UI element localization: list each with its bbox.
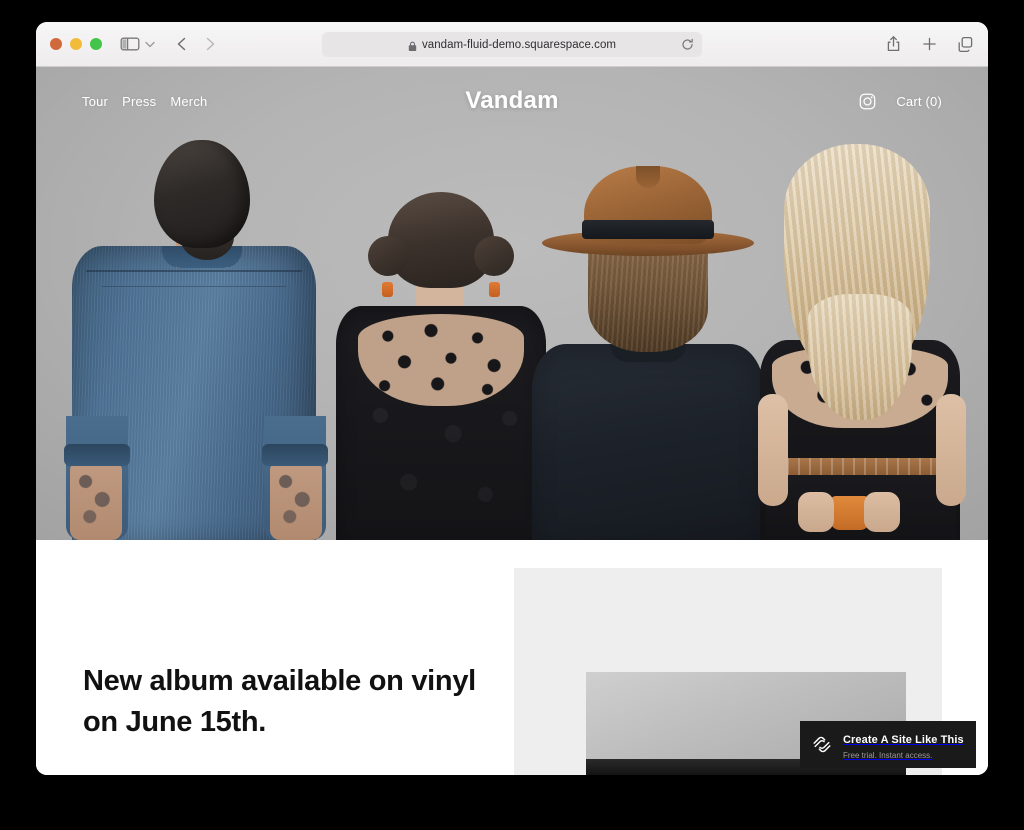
browser-toolbar: vandam-fluid-demo.squarespace.com (36, 22, 988, 67)
hero-section: Tour Press Merch Vandam Cart (0) (36, 67, 988, 540)
page-headline: New album available on vinyl on June 15t… (83, 665, 476, 739)
close-window-button[interactable] (50, 38, 62, 50)
browser-window: vandam-fluid-demo.squarespace.com Tour P… (36, 22, 988, 775)
site-header: Tour Press Merch Vandam Cart (0) (36, 67, 988, 135)
lock-icon (408, 39, 417, 51)
promo-title: Create A Site Like This (843, 733, 964, 746)
chevron-down-icon[interactable] (142, 36, 158, 52)
sidebar-icon[interactable] (120, 36, 140, 52)
cart-link[interactable]: Cart (0) (896, 94, 942, 109)
nav-item-press[interactable]: Press (122, 94, 156, 109)
window-controls (50, 38, 102, 50)
chevron-right-icon[interactable] (202, 35, 218, 53)
address-bar[interactable]: vandam-fluid-demo.squarespace.com (322, 32, 702, 57)
minimize-window-button[interactable] (70, 38, 82, 50)
reload-icon[interactable] (681, 38, 694, 51)
navigation-arrows (174, 35, 218, 53)
site-logo[interactable]: Vandam (465, 87, 558, 115)
maximize-window-button[interactable] (90, 38, 102, 50)
url-text: vandam-fluid-demo.squarespace.com (421, 38, 617, 51)
band-member-space-buns (336, 192, 546, 540)
tabs-icon[interactable] (957, 35, 974, 53)
squarespace-logo-icon (811, 734, 832, 755)
header-right-group: Cart (0) (859, 93, 942, 110)
band-member-fedora-hat (532, 158, 764, 540)
band-member-blonde-hair (752, 144, 968, 540)
chevron-left-icon[interactable] (174, 35, 190, 53)
toolbar-actions (885, 35, 974, 53)
site-navigation: Tour Press Merch (82, 94, 207, 109)
promo-text-group: Create A Site Like This Free trial. Inst… (843, 729, 964, 761)
band-photo (36, 67, 988, 540)
instagram-icon[interactable] (859, 93, 876, 110)
nav-item-merch[interactable]: Merch (170, 94, 207, 109)
band-member-denim-shirt (64, 140, 328, 540)
web-page: Tour Press Merch Vandam Cart (0) New alb… (36, 67, 988, 775)
promo-subtitle: Free trial. Instant access. (843, 750, 933, 760)
nav-item-tour[interactable]: Tour (82, 94, 108, 109)
squarespace-promo-banner[interactable]: Create A Site Like This Free trial. Inst… (800, 721, 976, 768)
plus-icon[interactable] (921, 35, 938, 53)
share-icon[interactable] (885, 35, 902, 53)
